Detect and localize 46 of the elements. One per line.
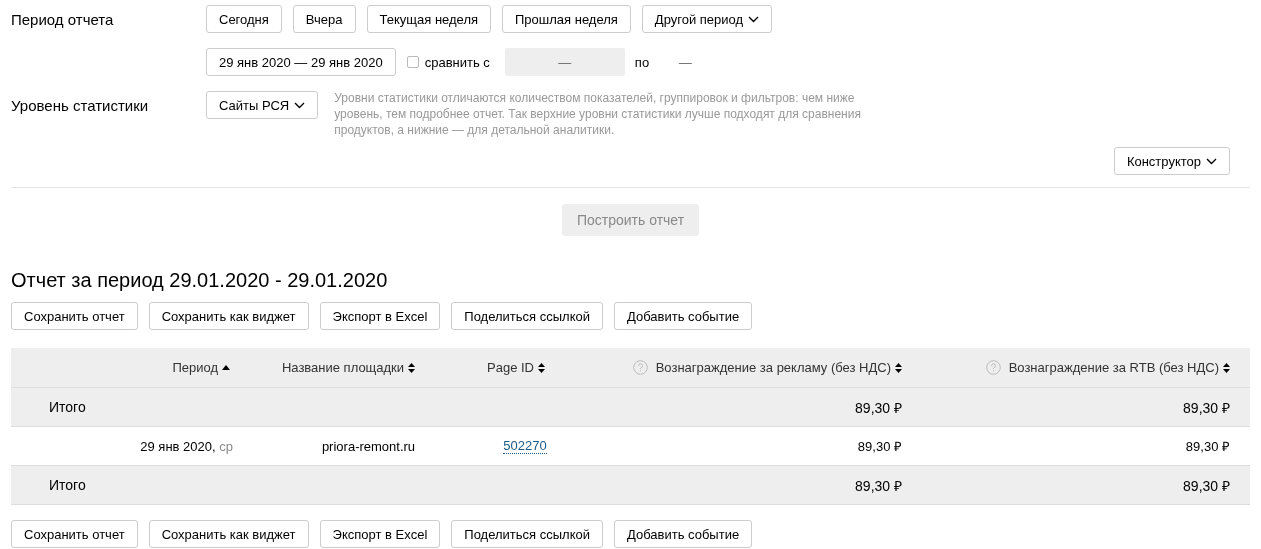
action-button[interactable]: Сохранить отчет (11, 520, 138, 548)
action-button[interactable]: Сохранить отчет (11, 302, 138, 330)
column-header[interactable]: Название площадки (281, 360, 405, 375)
compare-date-field[interactable]: — (504, 48, 625, 76)
total-label: Итого (49, 399, 86, 415)
level-dropdown[interactable]: Сайты РСЯ (206, 91, 319, 119)
date-range-field[interactable]: 29 янв 2020 — 29 янв 2020 (206, 48, 396, 76)
caret-icon (1206, 157, 1217, 165)
action-button[interactable]: Добавить событие (614, 520, 753, 548)
action-button[interactable]: Сохранить как виджет (148, 520, 309, 548)
compare-to-date: — (678, 54, 692, 70)
table-cell-text: 89,30 ₽ (855, 476, 902, 495)
site-cell: priora-remont.ru (321, 438, 416, 454)
period-button[interactable]: Прошлая неделя (502, 5, 631, 33)
action-button[interactable]: Поделиться ссылкой (451, 302, 603, 330)
table-cell-text: 89,30 ₽ (1183, 398, 1230, 417)
compare-checkbox[interactable] (406, 56, 419, 68)
page-id-link[interactable]: 502270 (503, 438, 547, 454)
table-cell-text: 89,30 ₽ (855, 398, 902, 417)
field-label: Период отчета (11, 10, 115, 28)
period-dropdown[interactable]: Другой период (641, 5, 773, 33)
column-header[interactable]: Вознаграждение за рекламу (без НДС) (655, 360, 891, 375)
table-cell-text: 89,30 ₽ (1183, 476, 1230, 495)
to-label: по (634, 54, 651, 70)
action-button[interactable]: Экспорт в Excel (319, 520, 441, 548)
column-header[interactable]: Период (172, 360, 218, 375)
field-label: Уровень статистики (11, 96, 150, 114)
hint-text: Уровни статистики отличаются количеством показателей, группировок и фильтров: чем ниже уровень, тем подробнее отчет. Так верхние уровни статистики лучше подходят для сравнения продуктов, а нижние — для детальной аналитики. (334, 90, 862, 138)
action-button[interactable]: Экспорт в Excel (319, 302, 441, 330)
constructor-dropdown[interactable]: Конструктор (1113, 147, 1230, 175)
action-button[interactable]: Добавить событие (614, 302, 753, 330)
checkbox-label: сравнить с (424, 54, 490, 70)
report-title: Отчет за период 29.01.2020 - 29.01.2020 (11, 268, 389, 292)
action-button[interactable]: Поделиться ссылкой (451, 520, 603, 548)
table-cell-text: 89,30 ₽ (857, 438, 902, 455)
table-cell-text: 89,30 ₽ (1185, 438, 1230, 455)
caret-icon (748, 15, 760, 23)
column-header[interactable]: Вознаграждение за RTB (без НДС) (1008, 360, 1219, 375)
total-label: Итого (49, 477, 86, 493)
period-button[interactable]: Текущая неделя (366, 5, 491, 33)
period-button[interactable]: Вчера (292, 5, 356, 33)
period-button[interactable]: Сегодня (206, 5, 282, 33)
date-cell: 29 янв 2020, ср (140, 438, 233, 454)
column-header[interactable]: Page ID (487, 360, 534, 375)
action-button[interactable]: Сохранить как виджет (148, 302, 309, 330)
caret-icon (294, 101, 306, 109)
